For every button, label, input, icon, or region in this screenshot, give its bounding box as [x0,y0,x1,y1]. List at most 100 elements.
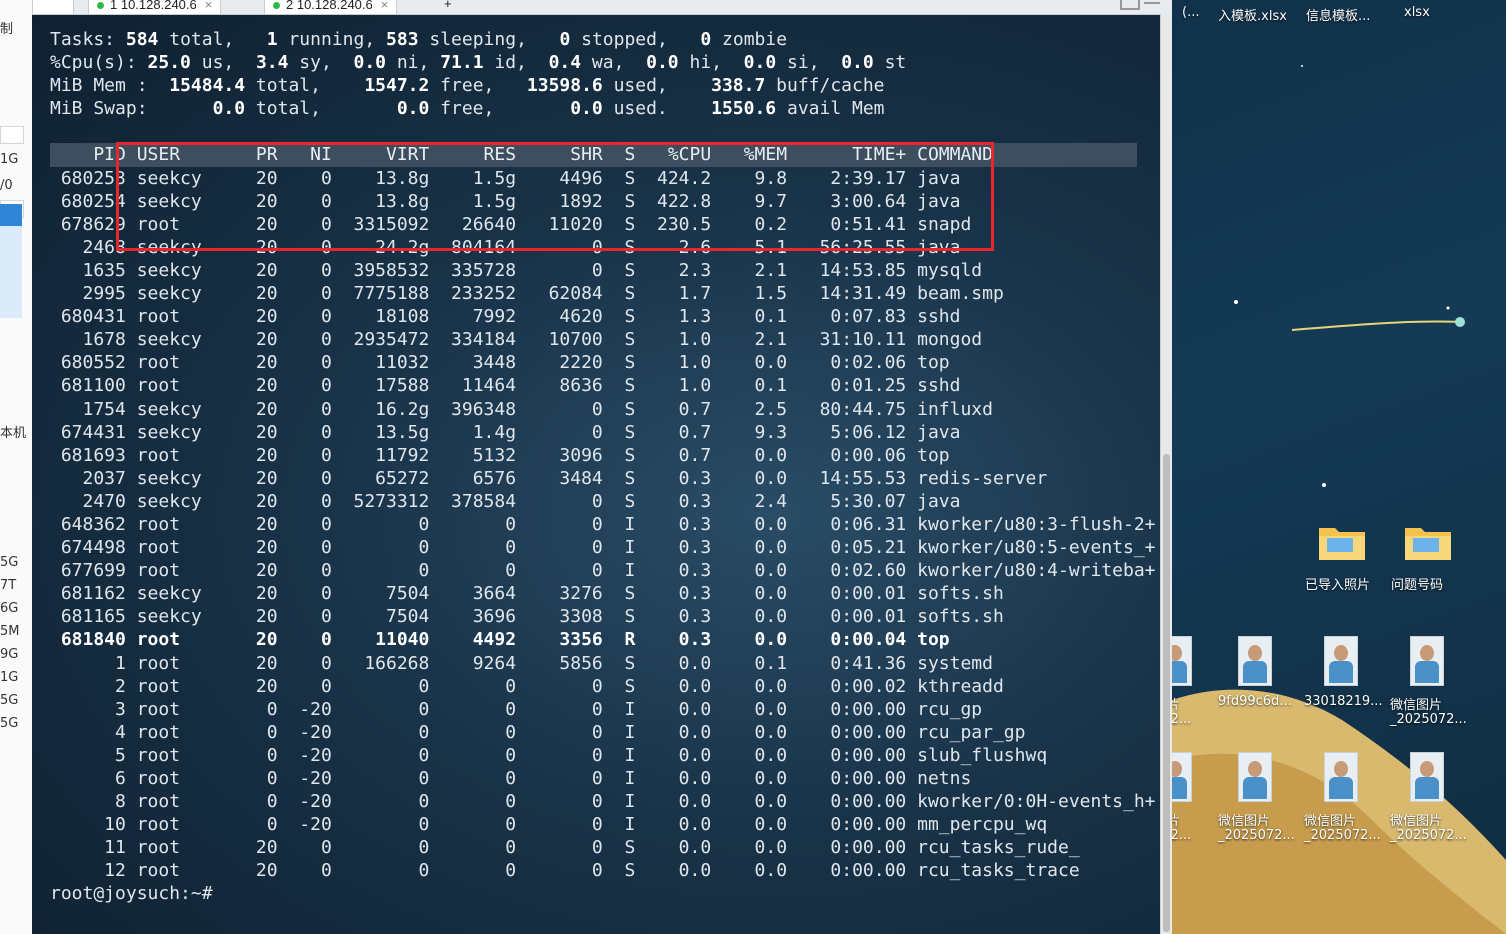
cell-shr: 3096 [526,444,603,466]
cell-s: I [613,768,636,789]
cell-pr: 20 [245,675,278,697]
close-icon[interactable]: × [205,0,213,12]
cell-shr: 0 [526,768,603,789]
tab-session-1[interactable]: 1 10.128.240.6 × [88,0,222,14]
table-row: 2470 seekcy 20 0 5273312 378584 0 S 0.3 … [50,490,1156,513]
table-row: 3 root 0 -20 0 0 0 I 0.0 0.0 0:00.00 rcu… [50,698,1156,721]
cell-cpu: 0.7 [646,398,712,420]
cell-user: root [136,837,235,859]
desktop-background: (...入模板.xlsx信息模板...xlsx已导入照片问题号码图片072...… [1172,0,1506,934]
cell-virt: 0 [342,560,430,582]
left-strip-field[interactable] [0,126,24,144]
add-tab-button[interactable]: + [436,0,460,14]
table-row: 680431 root 20 0 18108 7992 4620 S 1.3 0… [50,305,1156,328]
cell-pid: 674498 [50,537,126,559]
value: 3.4 [255,52,289,74]
cell-cpu: 1.0 [646,329,712,351]
cell-mem: 0.0 [722,444,788,466]
minimize-icon[interactable] [1144,2,1160,4]
cell-command: kworker/u80:5-events_+ [917,537,1156,559]
value: 1550.6 [711,98,777,120]
cell-virt: 11792 [342,444,430,466]
value: MiB Swap: [50,98,148,120]
cell-res: 0 [440,698,517,720]
left-strip-selected-item[interactable] [0,204,22,226]
cell-user: seekcy [136,606,235,628]
photo-thumbnail-icon[interactable] [1324,752,1358,802]
cell-s: S [613,652,636,674]
table-row: 681165 seekcy 20 0 7504 3696 3308 S 0.3 … [50,605,1156,628]
cell-pr: 20 [245,352,278,374]
value: 13598.6 [526,75,603,97]
cell-command: rcu_par_gp [917,721,1026,743]
cell-pr: 20 [245,837,278,859]
cell-shr: 0 [526,490,603,512]
cell-res: 9264 [440,652,517,674]
cell-pr: 0 [245,721,278,743]
value: 338.7 [711,75,766,97]
annotation-highlight-box [116,142,994,251]
terminal-window[interactable]: 1 10.128.240.6 × 2 10.128.240.6 × + Tasks:… [32,0,1172,934]
cell-s: I [613,814,636,836]
photo-thumbnail-icon[interactable] [1410,636,1444,686]
value: MiB Mem : [50,75,148,97]
value: 0.0 [841,52,874,74]
cell-ni: 0 [288,421,332,443]
cell-command: java [917,490,961,512]
cell-res: 1.4g [440,421,517,443]
cell-pid: 648362 [50,513,126,535]
cell-res: 0 [440,721,517,743]
scrollbar-thumb[interactable] [1163,454,1170,932]
table-row: 6 root 0 -20 0 0 0 I 0.0 0.0 0:00.00 net… [50,767,1156,790]
cell-command: kthreadd [917,675,1004,697]
desktop-folder[interactable] [1403,522,1453,566]
photo-thumbnail-icon[interactable] [1238,636,1272,686]
cell-time: 0:41.36 [797,652,907,674]
value: zombie [722,29,788,50]
cell-pid: 680552 [50,352,126,374]
cell-ni: -20 [288,698,332,720]
desktop-folder[interactable] [1317,522,1367,566]
cell-pid: 8 [50,791,126,813]
cell-mem: 1.5 [722,283,788,305]
photo-thumbnail-icon[interactable] [1238,752,1272,802]
value: 0 [700,29,712,50]
table-row: 1678 seekcy 20 0 2935472 334184 10700 S … [50,328,1156,351]
cell-pid: 6 [50,768,126,789]
close-icon[interactable]: × [381,0,389,12]
value: 584 [125,29,159,50]
cell-command: kworker/u80:4-writeba+ [917,560,1156,582]
layout-icon[interactable] [1120,0,1140,10]
cell-virt: 0 [342,860,430,882]
cell-pr: 20 [245,629,278,651]
cell-s: I [613,721,636,743]
cell-cpu: 0.0 [646,652,712,674]
terminal-scrollbar[interactable] [1160,14,1172,934]
cell-shr: 4620 [526,306,603,328]
value: %Cpu(s): [50,52,137,74]
left-strip-label: 制 [0,22,14,37]
cell-pid: 2995 [50,283,126,305]
tab-session-2[interactable]: 2 10.128.240.6 × [264,0,398,14]
cell-user: root [136,629,235,651]
cell-command: softs.sh [917,583,1004,605]
cell-mem: 2.1 [722,329,788,351]
photo-thumbnail-icon[interactable] [1172,752,1192,802]
cell-cpu: 2.3 [646,259,712,281]
cell-mem: 2.5 [722,398,788,420]
cell-res: 6576 [440,467,517,489]
tab-overflow[interactable] [32,0,74,14]
swap-summary-line: MiB Swap: 0.0 total, 0.0 free, 0.0 used.… [50,98,885,120]
cell-command: redis-server [917,467,1048,489]
photo-thumbnail-icon[interactable] [1324,636,1358,686]
status-dot-icon [273,2,280,9]
cell-pr: 20 [245,606,278,628]
cell-shr: 0 [526,814,603,836]
cell-command: top [917,444,950,466]
photo-thumbnail-icon[interactable] [1410,752,1444,802]
cell-pid: 681840 [50,629,126,651]
left-strip-label: 5G [0,693,19,708]
cell-virt: 7504 [342,606,430,628]
photo-thumbnail-icon[interactable] [1172,636,1192,686]
cell-mem: 0.0 [722,629,788,651]
